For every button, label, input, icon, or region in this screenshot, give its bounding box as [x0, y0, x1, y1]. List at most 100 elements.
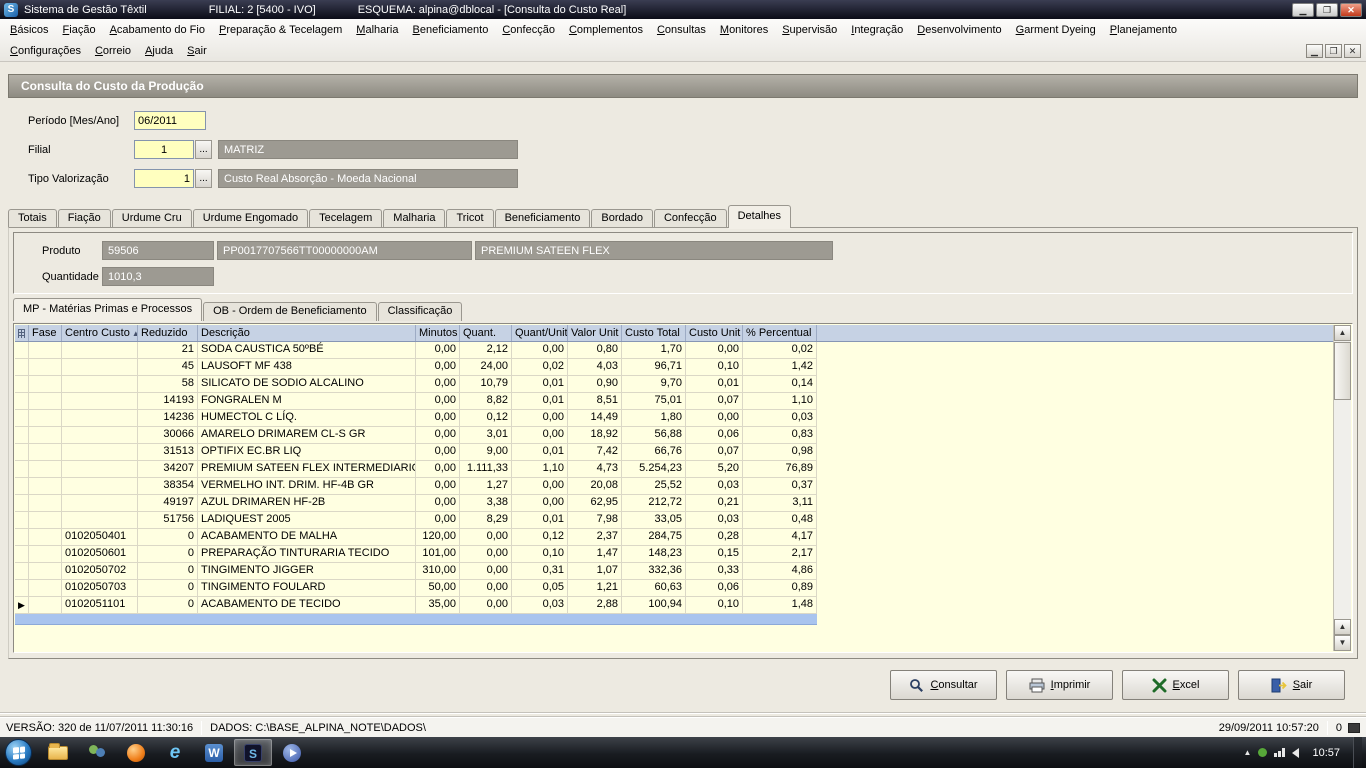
cell-custo-total[interactable]: 212,72	[622, 495, 686, 512]
start-button[interactable]	[5, 739, 32, 766]
tab-urdume-cru[interactable]: Urdume Cru	[112, 209, 192, 228]
cell-fase[interactable]	[29, 376, 62, 393]
cell-reduzido[interactable]: 14193	[138, 393, 198, 410]
cell-fase[interactable]	[29, 495, 62, 512]
taskbar-item-word[interactable]: W	[195, 739, 233, 766]
cell-percentual[interactable]: 76,89	[743, 461, 817, 478]
cell-descri-o[interactable]: AMARELO DRIMAREM CL-S GR	[198, 427, 416, 444]
subtab-ob-ordem-de-beneficiamento[interactable]: OB - Ordem de Beneficiamento	[203, 302, 376, 321]
cell-valor-unit[interactable]: 8,51	[568, 393, 622, 410]
cell-minutos[interactable]: 0,00	[416, 478, 460, 495]
cell-quant-unit[interactable]: 0,03	[512, 597, 568, 614]
menu-monitores[interactable]: Monitores	[713, 21, 775, 39]
taskbar-item-browser[interactable]	[117, 739, 155, 766]
cell-percentual[interactable]: 0,48	[743, 512, 817, 529]
column-header-valor-unit[interactable]: Valor Unit	[568, 325, 622, 341]
subtab-mp-mat-rias-primas-e-processos[interactable]: MP - Matérias Primas e Processos	[13, 298, 202, 321]
cell-centro-custo[interactable]: 0102050401	[62, 529, 138, 546]
tab-totais[interactable]: Totais	[8, 209, 57, 228]
cell-percentual[interactable]: 0,14	[743, 376, 817, 393]
cell-percentual[interactable]: 0,37	[743, 478, 817, 495]
grid-row-13[interactable]: 01020507020TINGIMENTO JIGGER310,000,000,…	[15, 563, 1333, 580]
cell-centro-custo[interactable]	[62, 495, 138, 512]
cell-reduzido[interactable]: 38354	[138, 478, 198, 495]
cell-quant[interactable]: 0,00	[460, 546, 512, 563]
grid-corner-cell[interactable]	[15, 325, 29, 341]
cell-quant-unit[interactable]: 0,01	[512, 376, 568, 393]
cell-quant-unit[interactable]: 0,05	[512, 580, 568, 597]
menu-consultas[interactable]: Consultas	[650, 21, 713, 39]
cell-quant-unit[interactable]: 0,01	[512, 444, 568, 461]
grid-row-7[interactable]: 34207PREMIUM SATEEN FLEX INTERMEDIARIO0,…	[15, 461, 1333, 478]
cell-centro-custo[interactable]: 0102050702	[62, 563, 138, 580]
cell-fase[interactable]	[29, 478, 62, 495]
cell-percentual[interactable]: 1,48	[743, 597, 817, 614]
cell-custo-total[interactable]: 96,71	[622, 359, 686, 376]
cell-centro-custo[interactable]	[62, 444, 138, 461]
taskbar-item-gestao-textil[interactable]: S	[234, 739, 272, 766]
cell-reduzido[interactable]: 34207	[138, 461, 198, 478]
cell-centro-custo[interactable]: 0102050601	[62, 546, 138, 563]
scroll-up-button-bottom[interactable]: ▲	[1334, 619, 1351, 635]
cell-centro-custo[interactable]	[62, 512, 138, 529]
imprimir-button[interactable]: Imprimir	[1006, 670, 1113, 700]
cell-fase[interactable]	[29, 563, 62, 580]
cell-minutos[interactable]: 310,00	[416, 563, 460, 580]
cell-fase[interactable]	[29, 410, 62, 427]
cell-centro-custo[interactable]	[62, 342, 138, 359]
cell-custo-total[interactable]: 56,88	[622, 427, 686, 444]
menu-configura-es[interactable]: Configurações	[3, 42, 88, 60]
scroll-down-button[interactable]: ▼	[1334, 635, 1351, 651]
cell-custo-total[interactable]: 1,80	[622, 410, 686, 427]
mdi-restore-button[interactable]: ❐	[1325, 44, 1342, 58]
scroll-up-button[interactable]: ▲	[1334, 325, 1351, 341]
cell-minutos[interactable]: 0,00	[416, 410, 460, 427]
cell-custo-total[interactable]: 25,52	[622, 478, 686, 495]
cell-custo-unit[interactable]: 0,15	[686, 546, 743, 563]
cell-descri-o[interactable]: LADIQUEST 2005	[198, 512, 416, 529]
column-header-minutos[interactable]: Minutos	[416, 325, 460, 341]
menu-correio[interactable]: Correio	[88, 42, 138, 60]
cell-minutos[interactable]: 0,00	[416, 427, 460, 444]
taskbar-item-explorer[interactable]	[39, 739, 77, 766]
cell-descri-o[interactable]: SODA CAUSTICA 50ºBÉ	[198, 342, 416, 359]
grid-row-0[interactable]: 21SODA CAUSTICA 50ºBÉ0,002,120,000,801,7…	[15, 342, 1333, 359]
cell-custo-total[interactable]: 148,23	[622, 546, 686, 563]
cell-custo-unit[interactable]: 0,21	[686, 495, 743, 512]
grid-row-9[interactable]: 49197AZUL DRIMAREN HF-2B0,003,380,0062,9…	[15, 495, 1333, 512]
cell-custo-total[interactable]: 5.254,23	[622, 461, 686, 478]
cell-quant[interactable]: 3,01	[460, 427, 512, 444]
cell-custo-unit[interactable]: 0,07	[686, 393, 743, 410]
cell-custo-total[interactable]: 75,01	[622, 393, 686, 410]
grid-row-3[interactable]: 14193FONGRALEN M0,008,820,018,5175,010,0…	[15, 393, 1333, 410]
subtab-classifica-o[interactable]: Classificação	[378, 302, 463, 321]
menu-confec-o[interactable]: Confecção	[495, 21, 562, 39]
cell-minutos[interactable]: 35,00	[416, 597, 460, 614]
cell-descri-o[interactable]: FONGRALEN M	[198, 393, 416, 410]
cell-quant-unit[interactable]: 0,00	[512, 495, 568, 512]
cell-custo-total[interactable]: 100,94	[622, 597, 686, 614]
cell-fase[interactable]	[29, 580, 62, 597]
cell-centro-custo[interactable]: 0102051101	[62, 597, 138, 614]
cell-quant-unit[interactable]: 0,00	[512, 342, 568, 359]
cell-valor-unit[interactable]: 0,80	[568, 342, 622, 359]
mdi-minimize-button[interactable]: ▁	[1306, 44, 1323, 58]
taskbar-clock[interactable]: 10:57	[1312, 747, 1340, 759]
menu-fia-o[interactable]: Fiação	[56, 21, 103, 39]
cell-quant-unit[interactable]: 0,12	[512, 529, 568, 546]
cell-reduzido[interactable]: 0	[138, 580, 198, 597]
column-header-quant-unit[interactable]: Quant/Unit	[512, 325, 568, 341]
cell-valor-unit[interactable]: 2,37	[568, 529, 622, 546]
cell-custo-total[interactable]: 284,75	[622, 529, 686, 546]
column-header-custo-total[interactable]: Custo Total	[622, 325, 686, 341]
menu-b-sicos[interactable]: Básicos	[3, 21, 56, 39]
cell-fase[interactable]	[29, 393, 62, 410]
cell-descri-o[interactable]: TINGIMENTO FOULARD	[198, 580, 416, 597]
tray-security-icon[interactable]	[1258, 748, 1267, 757]
cell-fase[interactable]	[29, 359, 62, 376]
cell-percentual[interactable]: 2,17	[743, 546, 817, 563]
cell-custo-unit[interactable]: 0,06	[686, 580, 743, 597]
cell-quant-unit[interactable]: 0,10	[512, 546, 568, 563]
cell-valor-unit[interactable]: 62,95	[568, 495, 622, 512]
tab-tecelagem[interactable]: Tecelagem	[309, 209, 382, 228]
